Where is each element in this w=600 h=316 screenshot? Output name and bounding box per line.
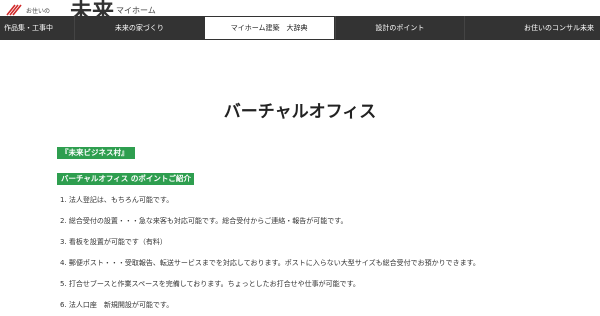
nav-item-house-building[interactable]: 未来の家づくり xyxy=(74,16,204,40)
list-item: 4. 郵便ポスト・・・受取報告、転送サービスまでを対応しております。ポストに入ら… xyxy=(60,259,480,267)
list-item: 5. 打合せブースと作業スペースを完備しております。ちょっとしたお打合せや仕事が… xyxy=(60,280,360,288)
nav-item-encyclopedia[interactable]: マイホーム建築 大辞典 xyxy=(203,16,335,40)
list-item: 3. 看板を設置が可能です（有料） xyxy=(60,238,167,246)
list-item: 6. 法人口座 新規開設が可能です。 xyxy=(60,301,174,309)
nav-item-consulting[interactable]: お住いのコンサル未来 xyxy=(464,16,600,40)
logo-icon xyxy=(6,4,22,16)
points-list: 1. 法人登記は、もちろん可能です。 2. 総合受付の設置・・・急な来客も対応可… xyxy=(60,190,480,316)
list-item: 1. 法人登記は、もちろん可能です。 xyxy=(60,196,174,204)
site-header: お住いの 未来 マイホーム xyxy=(0,0,600,16)
page-title: バーチャルオフィス xyxy=(223,102,377,123)
list-item: 2. 総合受付の設置・・・急な来客も対応可能です。総合受付からご連絡・報告が可能… xyxy=(60,217,348,225)
main-nav: 作品集・工事中 未来の家づくり マイホーム建築 大辞典 設計のポイント お住いの… xyxy=(0,16,600,40)
nav-item-design-points[interactable]: 設計のポイント xyxy=(334,16,465,40)
logo-text[interactable]: 未来 xyxy=(70,2,114,17)
nav-item-works[interactable]: 作品集・工事中 xyxy=(0,16,74,40)
village-badge: 『未来ビジネス村』 xyxy=(57,147,135,159)
points-heading-badge: バーチャルオフィス のポイントご紹介 xyxy=(57,173,194,185)
logo-tagline: お住いの xyxy=(26,8,51,15)
logo-subtitle: マイホーム xyxy=(116,6,156,15)
